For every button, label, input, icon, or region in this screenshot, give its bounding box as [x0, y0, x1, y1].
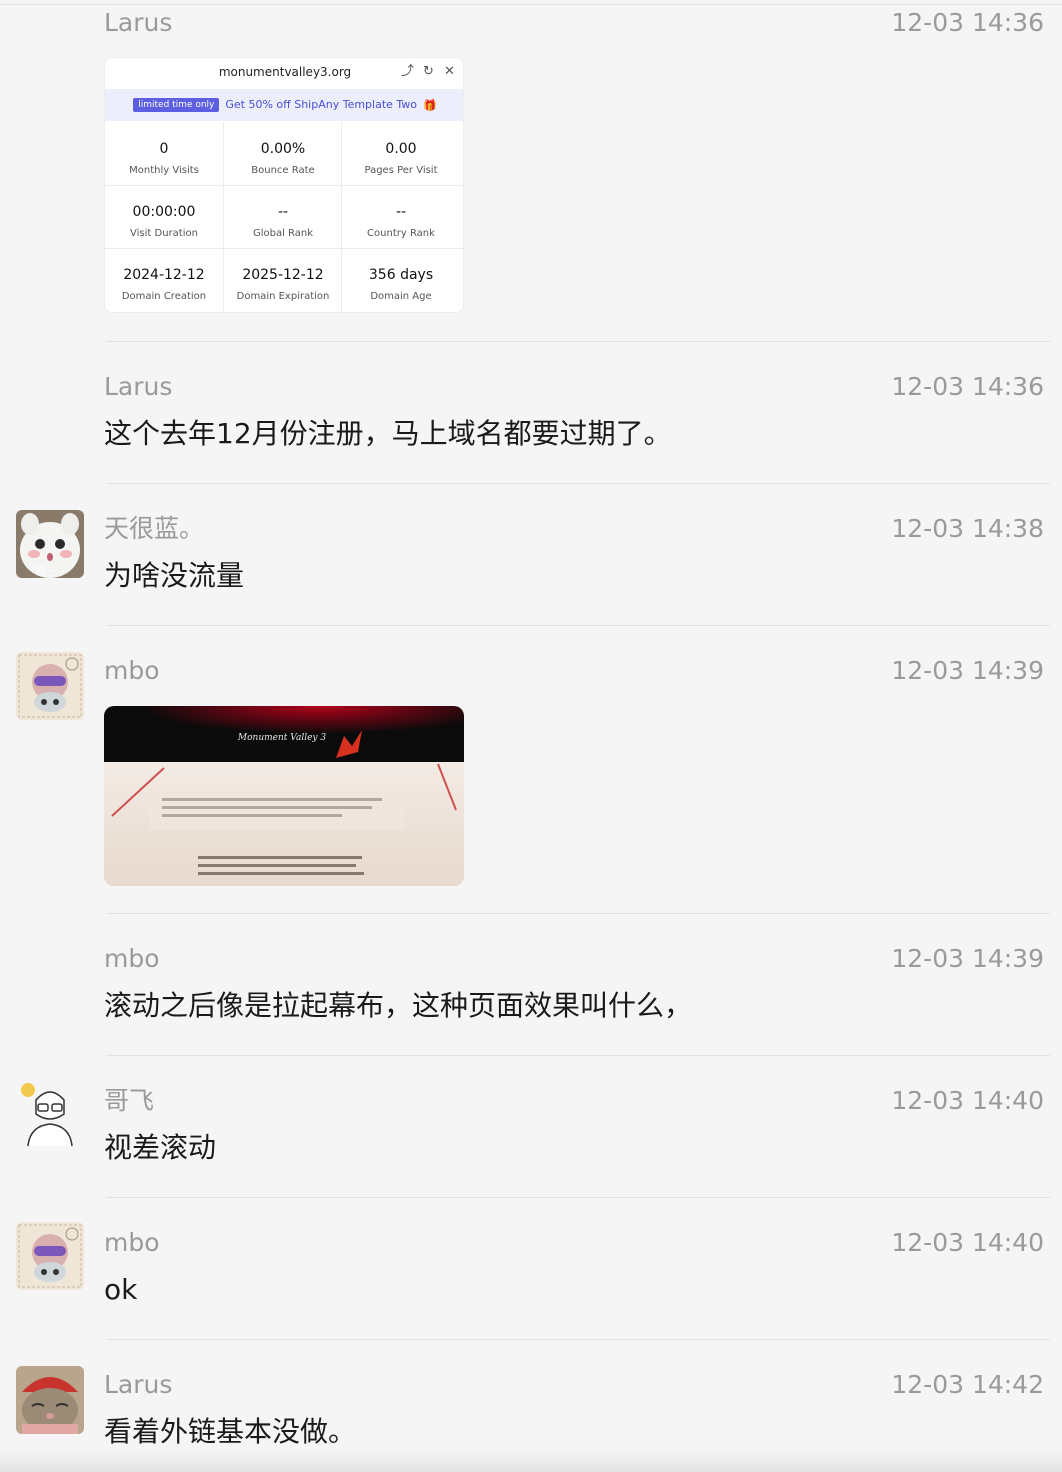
message-text[interactable]: 这个去年12月份注册，马上域名都要过期了。	[104, 414, 672, 454]
open-external-icon[interactable]: ⤴	[400, 64, 415, 79]
stat-label: Global Rank	[252, 228, 314, 239]
message-text[interactable]: 视差滚动	[104, 1128, 216, 1168]
stat-label: Country Rank	[367, 228, 435, 239]
man-with-glasses-avatar-icon	[16, 1080, 84, 1148]
stat-cell: 2024-12-12 Domain Creation	[105, 248, 223, 311]
avatar-caption: 哇~	[36, 566, 55, 577]
avatar[interactable]: 哇~	[16, 510, 84, 578]
sender-name[interactable]: 哥飞	[104, 1084, 154, 1118]
message-divider	[106, 1055, 1050, 1056]
stat-label: Visit Duration	[130, 228, 198, 239]
stat-label: Domain Expiration	[236, 291, 330, 302]
message-divider	[106, 913, 1050, 914]
sender-name[interactable]: Larus	[104, 6, 172, 40]
stat-value: --	[395, 204, 407, 220]
promo-badge: limited time only	[133, 98, 220, 112]
top-divider	[0, 4, 1062, 5]
stat-cell: -- Global Rank	[224, 185, 342, 248]
sender-name[interactable]: mbo	[104, 1226, 160, 1260]
avatar[interactable]	[16, 1366, 84, 1434]
gift-icon: 🎁	[423, 98, 437, 112]
message-divider	[106, 625, 1050, 626]
avatar[interactable]	[16, 652, 84, 720]
message-divider	[106, 483, 1050, 484]
message-text[interactable]: 看着外链基本没做。	[104, 1412, 356, 1452]
avatar[interactable]	[16, 1080, 84, 1148]
sender-name[interactable]: Larus	[104, 370, 172, 404]
stat-value: 2024-12-12	[123, 267, 205, 283]
refresh-icon[interactable]: ↻	[421, 64, 436, 79]
card-header: monumentvalley3.org ⤴ ↻ ✕	[105, 58, 463, 88]
stat-label: Domain Creation	[121, 291, 207, 302]
promo-link[interactable]: Get 50% off ShipAny Template Two	[225, 98, 417, 112]
stats-grid: 0 Monthly Visits 0.00% Bounce Rate 0.00 …	[105, 122, 463, 312]
stat-value: 0	[159, 141, 169, 157]
message-divider	[106, 1339, 1050, 1340]
message-time: 12-03 14:36	[891, 8, 1044, 37]
stat-label: Domain Age	[370, 291, 432, 302]
message-time: 12-03 14:39	[891, 656, 1044, 685]
promo-banner[interactable]: limited time only Get 50% off ShipAny Te…	[105, 89, 463, 121]
sender-name[interactable]: mbo	[104, 942, 160, 976]
stat-cell: -- Country Rank	[342, 185, 460, 248]
card-toolbar: ⤴ ↻ ✕	[400, 64, 457, 79]
stat-cell: 00:00:00 Visit Duration	[105, 185, 223, 248]
bottom-scroll-fade	[0, 1450, 1062, 1472]
stat-label: Pages Per Visit	[364, 165, 438, 176]
sender-name[interactable]: Larus	[104, 1368, 172, 1402]
stat-value: 2025-12-12	[242, 267, 324, 283]
message-time: 12-03 14:40	[891, 1228, 1044, 1257]
stat-value: --	[277, 204, 289, 220]
stat-value: 00:00:00	[132, 204, 196, 220]
stat-value: 356 days	[368, 267, 434, 283]
sender-name[interactable]: mbo	[104, 654, 160, 688]
stat-value: 0.00	[385, 141, 417, 157]
screenshot-title: Monument Valley 3	[237, 733, 326, 743]
bear-stamp-avatar-icon	[16, 652, 84, 720]
message-divider	[106, 341, 1050, 342]
sender-name[interactable]: 天很蓝。	[104, 512, 204, 546]
stat-cell: 0.00 Pages Per Visit	[342, 122, 460, 185]
stat-label: Monthly Visits	[129, 165, 199, 176]
stat-cell: 0.00% Bounce Rate	[224, 122, 342, 185]
message-time: 12-03 14:38	[891, 514, 1044, 543]
message-text[interactable]: 滚动之后像是拉起幕布，这种页面效果叫什么，	[104, 986, 692, 1026]
stat-cell: 2025-12-12 Domain Expiration	[224, 248, 342, 311]
stat-value: 0.00%	[260, 141, 306, 157]
message-text[interactable]: 为啥没流量	[104, 556, 244, 596]
stat-label: Bounce Rate	[251, 165, 315, 176]
message-divider	[106, 1197, 1050, 1198]
site-stats-card[interactable]: monumentvalley3.org ⤴ ↻ ✕ limited time o…	[104, 57, 464, 313]
message-time: 12-03 14:39	[891, 944, 1044, 973]
cat-with-hat-avatar-icon	[16, 1366, 84, 1434]
bear-stamp-avatar-icon	[16, 1222, 84, 1290]
stat-cell: 0 Monthly Visits	[105, 122, 223, 185]
close-icon[interactable]: ✕	[442, 64, 457, 79]
message-time: 12-03 14:42	[891, 1370, 1044, 1399]
shared-screenshot-image[interactable]: Monument Valley 3	[104, 706, 464, 886]
message-time: 12-03 14:36	[891, 372, 1044, 401]
chat-message-list[interactable]: Larus 12-03 14:36 monumentvalley3.org ⤴ …	[0, 0, 1062, 1472]
message-time: 12-03 14:40	[891, 1086, 1044, 1115]
message-text[interactable]: ok	[104, 1270, 137, 1310]
avatar[interactable]	[16, 1222, 84, 1290]
stat-cell: 356 days Domain Age	[342, 248, 460, 311]
